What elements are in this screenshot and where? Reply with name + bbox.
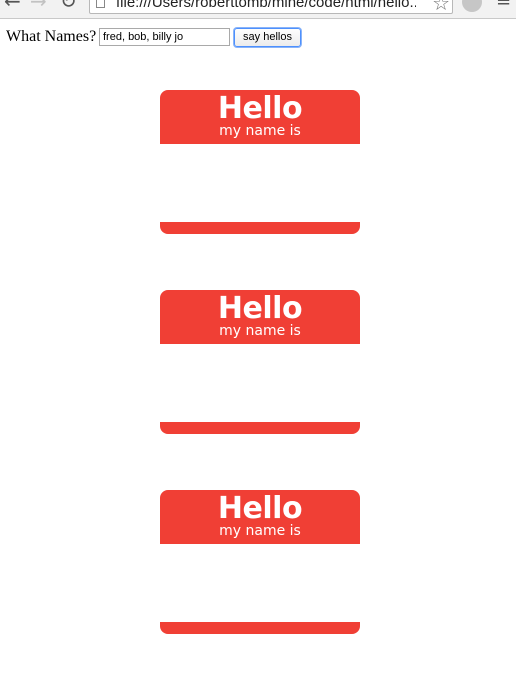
my-name-is-text: my name is xyxy=(219,323,301,339)
name-tag: Hello my name is xyxy=(160,290,360,434)
name-tag-footer xyxy=(160,622,360,634)
name-tag-footer xyxy=(160,222,360,234)
name-tag-body xyxy=(160,144,360,222)
browser-toolbar: ← → ↻ file:///Users/roberttomb/mine/code… xyxy=(0,0,516,19)
hello-text: Hello xyxy=(217,91,303,126)
bookmark-star-icon[interactable]: ☆ xyxy=(432,0,450,15)
hello-text: Hello xyxy=(217,291,303,326)
name-tag: Hello my name is xyxy=(160,490,360,634)
name-tag-body xyxy=(160,344,360,422)
reload-icon[interactable]: ↻ xyxy=(60,0,77,11)
name-tag-footer xyxy=(160,422,360,434)
hello-text: Hello xyxy=(217,491,303,526)
back-arrow-icon[interactable]: ← xyxy=(4,0,21,11)
say-hellos-button[interactable]: say hellos xyxy=(234,28,301,47)
url-text[interactable]: file:///Users/roberttomb/mine/code/html/… xyxy=(116,0,416,11)
menu-icon[interactable]: ≡ xyxy=(496,0,511,11)
name-tag-header: Hello my name is xyxy=(160,90,360,144)
my-name-is-text: my name is xyxy=(219,523,301,539)
extension-icon[interactable] xyxy=(462,0,482,12)
name-tag-header: Hello my name is xyxy=(160,290,360,344)
names-input[interactable] xyxy=(99,28,230,46)
name-tag: Hello my name is xyxy=(160,90,360,234)
name-tag-body xyxy=(160,544,360,622)
name-tag-header: Hello my name is xyxy=(160,490,360,544)
page-icon xyxy=(96,0,105,8)
forward-arrow-icon[interactable]: → xyxy=(30,0,47,11)
address-bar[interactable]: file:///Users/roberttomb/mine/code/html/… xyxy=(89,0,453,15)
my-name-is-text: my name is xyxy=(219,123,301,139)
names-label: What Names? xyxy=(6,28,97,45)
